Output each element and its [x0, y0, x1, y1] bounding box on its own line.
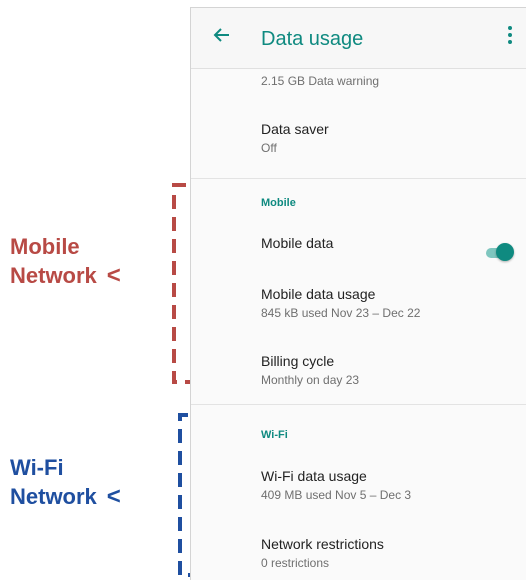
- data-saver-row[interactable]: Data saver Off: [261, 121, 507, 155]
- page-title: Data usage: [261, 28, 364, 50]
- back-arrow-icon[interactable]: [209, 22, 235, 48]
- wifi-section-header: Wi-Fi: [261, 429, 288, 441]
- data-warning-row[interactable]: 2.15 GB Data warning: [261, 74, 507, 88]
- mobile-annotation-line1: Mobile: [10, 234, 80, 259]
- mobile-data-usage-row[interactable]: Mobile data usage 845 kB used Nov 23 – D…: [261, 286, 507, 320]
- data-warning-text: 2.15 GB Data warning: [261, 74, 380, 88]
- mobile-data-row[interactable]: Mobile data: [261, 235, 507, 251]
- wifi-data-usage-sub: 409 MB used Nov 5 – Dec 3: [261, 488, 412, 502]
- mobile-section-header: Mobile: [261, 197, 296, 209]
- mobile-data-usage-title: Mobile data usage: [261, 286, 376, 302]
- wifi-annotation-arrow: <: [106, 483, 121, 510]
- section-divider: [191, 178, 526, 179]
- wifi-annotation-line1: Wi-Fi: [10, 455, 64, 480]
- app-bar: Data usage: [191, 8, 526, 69]
- data-saver-title: Data saver: [261, 121, 329, 137]
- toggle-knob: [496, 243, 514, 261]
- mobile-annotation-arrow: <: [106, 262, 121, 289]
- wifi-data-usage-row[interactable]: Wi-Fi data usage 409 MB used Nov 5 – Dec…: [261, 468, 507, 502]
- network-restrictions-row[interactable]: Network restrictions 0 restrictions: [261, 536, 507, 570]
- wifi-data-usage-title: Wi-Fi data usage: [261, 468, 367, 484]
- mobile-annotation-line2: Network: [10, 263, 97, 288]
- billing-cycle-title: Billing cycle: [261, 353, 335, 369]
- mobile-data-usage-sub: 845 kB used Nov 23 – Dec 22: [261, 306, 421, 320]
- billing-cycle-row[interactable]: Billing cycle Monthly on day 23: [261, 353, 507, 387]
- mobile-data-title: Mobile data: [261, 235, 334, 251]
- mobile-data-toggle[interactable]: [484, 243, 514, 263]
- data-saver-status: Off: [261, 141, 277, 155]
- settings-screen: Data usage 2.15 GB Data warning Data sav…: [190, 7, 526, 580]
- billing-cycle-sub: Monthly on day 23: [261, 373, 360, 387]
- wifi-annotation-line2-wrap: Network <: [10, 482, 121, 511]
- network-restrictions-title: Network restrictions: [261, 536, 384, 552]
- wifi-annotation-line2: Network: [10, 484, 97, 509]
- section-divider: [191, 404, 526, 405]
- more-options-icon[interactable]: [505, 22, 515, 48]
- wifi-network-annotation: Wi-Fi Network <: [10, 453, 121, 511]
- mobile-annotation-line2-wrap: Network <: [10, 261, 121, 290]
- mobile-network-annotation: Mobile Network <: [10, 232, 121, 290]
- network-restrictions-sub: 0 restrictions: [261, 556, 330, 570]
